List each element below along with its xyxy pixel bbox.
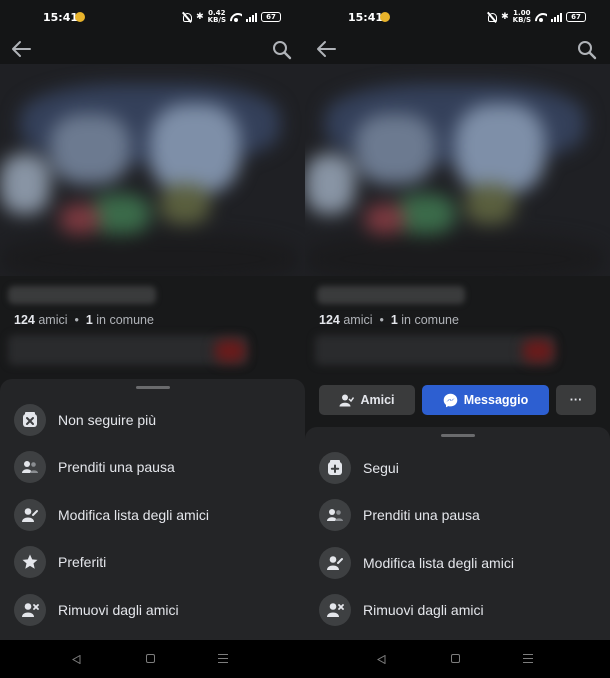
profile-bio-badge xyxy=(523,340,553,362)
sheet-drag-handle[interactable] xyxy=(440,434,475,437)
menu-item-label: Modifica lista degli amici xyxy=(363,555,514,571)
profile-action-buttons: Amici Messaggio ··· xyxy=(319,385,596,415)
nav-recents-icon[interactable] xyxy=(523,654,533,663)
signal-icon xyxy=(551,12,562,22)
star-icon xyxy=(14,546,46,578)
friends-button-label: Amici xyxy=(360,393,395,407)
message-button-label: Messaggio xyxy=(463,393,529,407)
battery-icon: 67 xyxy=(566,12,586,22)
menu-item-label: Prenditi una pausa xyxy=(363,507,480,523)
menu-item-label: Modifica lista degli amici xyxy=(58,507,209,523)
cover-photo[interactable] xyxy=(0,64,305,276)
status-time: 15:41 xyxy=(43,11,79,24)
menu-item-label: Rimuovi dagli amici xyxy=(58,602,179,618)
nav-back-icon[interactable] xyxy=(72,655,81,664)
menu-item-take-break[interactable]: Prenditi una pausa xyxy=(319,496,600,534)
status-icons: ✱ 1.00 KB/S 67 xyxy=(487,10,586,24)
profile-name xyxy=(8,286,156,304)
edit-friend-list-icon xyxy=(14,499,46,531)
unfriend-icon xyxy=(319,594,351,626)
signal-icon xyxy=(246,12,257,22)
menu-item-edit-friend-list[interactable]: Modifica lista degli amici xyxy=(319,544,600,582)
app-bar xyxy=(305,34,610,64)
bluetooth-icon: ✱ xyxy=(501,12,509,22)
cover-photo[interactable] xyxy=(305,64,610,276)
notification-emoji-icon xyxy=(380,12,390,22)
menu-item-edit-friend-list[interactable]: Modifica lista degli amici xyxy=(14,496,295,534)
back-arrow-icon[interactable] xyxy=(316,40,336,58)
network-speed: 1.00 KB/S xyxy=(512,9,531,24)
unfriend-icon xyxy=(14,594,46,626)
message-button[interactable]: Messaggio xyxy=(422,385,549,415)
more-options-button[interactable]: ··· xyxy=(556,385,596,415)
bluetooth-icon: ✱ xyxy=(196,12,204,22)
nav-recents-icon[interactable] xyxy=(218,654,228,663)
screen-right: 15:41 ✱ 1.00 KB/S 67 124 amici • 1 in co… xyxy=(305,0,610,678)
take-break-icon xyxy=(319,499,351,531)
back-arrow-icon[interactable] xyxy=(11,40,31,58)
search-icon[interactable] xyxy=(272,40,292,60)
bottom-sheet-menu: Segui Prenditi una pausa Modifica lista … xyxy=(305,427,610,641)
bottom-sheet-menu: Non seguire più Prenditi una pausa Modif… xyxy=(0,379,305,641)
status-time: 15:41 xyxy=(348,11,384,24)
friends-check-icon xyxy=(339,394,355,406)
take-break-icon xyxy=(14,451,46,483)
messenger-icon xyxy=(443,393,457,407)
app-bar xyxy=(0,34,305,64)
status-bar: 15:41 ✱ 1.00 KB/S 67 xyxy=(305,0,610,34)
profile-bio-badge xyxy=(215,340,245,362)
unfollow-icon xyxy=(14,404,46,436)
edit-friend-list-icon xyxy=(319,547,351,579)
nav-home-icon[interactable] xyxy=(146,654,155,663)
status-icons: ✱ 0.42 KB/S 67 xyxy=(182,10,281,24)
notification-emoji-icon xyxy=(75,12,85,22)
status-bar: 15:41 ✱ 0.42 KB/S 67 xyxy=(0,0,305,34)
friends-count[interactable]: 124 amici • 1 in comune xyxy=(14,313,154,327)
menu-item-label: Preferiti xyxy=(58,554,107,570)
system-nav-bar xyxy=(0,640,305,678)
battery-icon: 67 xyxy=(261,12,281,22)
follow-icon xyxy=(319,452,351,484)
system-nav-bar xyxy=(305,640,610,678)
menu-item-unfriend[interactable]: Rimuovi dagli amici xyxy=(319,591,600,629)
mute-icon xyxy=(487,12,498,22)
menu-item-follow[interactable]: Segui xyxy=(319,449,600,487)
menu-item-take-break[interactable]: Prenditi una pausa xyxy=(14,448,295,486)
nav-home-icon[interactable] xyxy=(451,654,460,663)
nav-back-icon[interactable] xyxy=(377,655,386,664)
screen-left: 15:41 ✱ 0.42 KB/S 67 124 amici • 1 in co… xyxy=(0,0,305,678)
profile-name xyxy=(317,286,465,304)
menu-item-label: Rimuovi dagli amici xyxy=(363,602,484,618)
network-speed: 0.42 KB/S xyxy=(207,9,226,24)
profile-bio xyxy=(315,335,555,365)
profile-bio xyxy=(8,335,248,365)
menu-item-unfollow[interactable]: Non seguire più xyxy=(14,401,295,439)
sheet-drag-handle[interactable] xyxy=(135,386,170,389)
search-icon[interactable] xyxy=(577,40,597,60)
friends-button[interactable]: Amici xyxy=(319,385,415,415)
menu-item-label: Segui xyxy=(363,460,399,476)
wifi-icon xyxy=(230,12,242,22)
menu-item-label: Non seguire più xyxy=(58,412,157,428)
wifi-icon xyxy=(535,12,547,22)
more-options-label: ··· xyxy=(569,393,583,407)
menu-item-unfriend[interactable]: Rimuovi dagli amici xyxy=(14,591,295,629)
friends-count[interactable]: 124 amici • 1 in comune xyxy=(319,313,459,327)
menu-item-label: Prenditi una pausa xyxy=(58,459,175,475)
menu-item-favorites[interactable]: Preferiti xyxy=(14,543,295,581)
mute-icon xyxy=(182,12,193,22)
